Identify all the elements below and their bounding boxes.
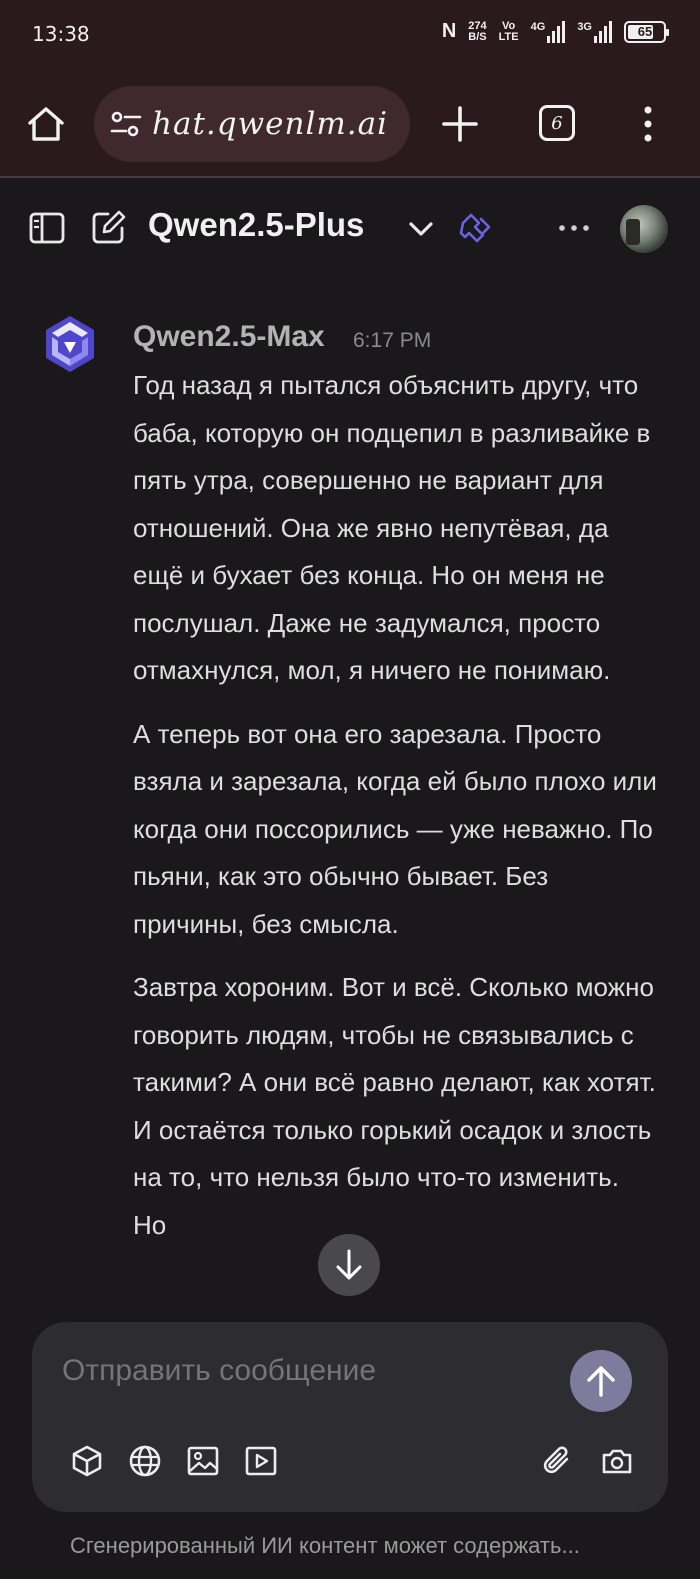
message-paragraph: Завтра хороним. Вот и всё. Сколько можно…: [133, 972, 656, 1240]
new-chat-icon[interactable]: [90, 208, 128, 246]
globe-icon[interactable]: [128, 1444, 162, 1478]
camera-icon[interactable]: [600, 1444, 634, 1478]
message-input[interactable]: [62, 1354, 542, 1388]
data-rate: 274 B/S: [468, 19, 487, 43]
qwen-logo-icon: [46, 316, 94, 372]
volte-bottom: LTE: [498, 30, 519, 43]
signal-bars-icon: [594, 20, 612, 43]
plus-icon[interactable]: [440, 104, 480, 144]
arrow-down-icon: [336, 1249, 362, 1280]
message-paragraph: Год назад я пытался объяснить другу, что…: [133, 370, 651, 685]
message-body: Год назад я пытался объяснить другу, что…: [133, 362, 658, 1265]
paperclip-icon[interactable]: [540, 1444, 574, 1478]
message-author: Qwen2.5-Max: [133, 320, 325, 353]
scroll-to-bottom-button[interactable]: [318, 1234, 380, 1296]
home-icon[interactable]: [24, 102, 68, 146]
signal-3g-label: 3G: [577, 20, 592, 33]
assistant-message: Qwen2.5-Max 6:17 PM Год назад я пытался …: [0, 290, 700, 1328]
cube-icon[interactable]: [70, 1444, 104, 1478]
data-rate-value: 274: [468, 19, 487, 32]
composer: [32, 1322, 668, 1512]
arrow-up-icon: [587, 1366, 615, 1397]
url-text[interactable]: hat.qwenlm.ai: [152, 106, 392, 142]
tab-count: 6: [551, 112, 563, 134]
volte-indicator: Vo LTE: [498, 19, 519, 43]
data-rate-unit: B/S: [468, 30, 487, 43]
battery-icon: 65: [624, 20, 669, 43]
image-icon[interactable]: [186, 1444, 220, 1478]
model-selector[interactable]: Qwen2.5-Plus: [148, 206, 364, 244]
tabs-icon[interactable]: 6: [539, 105, 575, 141]
signal-bars-icon: [547, 20, 566, 43]
sidebar-icon[interactable]: [28, 209, 66, 247]
overflow-menu-icon[interactable]: [638, 104, 658, 144]
browser-toolbar: hat.qwenlm.ai 6: [0, 70, 700, 178]
battery-level: 65: [637, 24, 653, 39]
nfc-icon: N: [441, 20, 457, 42]
signal-3g: 3G: [577, 20, 612, 43]
feature-icon[interactable]: [455, 207, 497, 249]
status-icons: N 274 B/S Vo LTE 4G 3G 65: [441, 19, 669, 43]
ai-disclaimer: Сгенерированный ИИ контент может содержа…: [70, 1533, 580, 1558]
chevron-down-icon[interactable]: [406, 214, 436, 244]
address-bar[interactable]: hat.qwenlm.ai: [94, 86, 410, 162]
site-settings-icon[interactable]: [108, 106, 144, 142]
avatar[interactable]: [620, 205, 668, 253]
volte-top: Vo: [502, 19, 516, 32]
status-bar: 13:38 N 274 B/S Vo LTE 4G 3G 65: [0, 0, 700, 70]
message-paragraph: А теперь вот она его зарезала. Просто вз…: [133, 718, 657, 939]
more-icon[interactable]: [557, 218, 591, 238]
signal-4g-label: 4G: [530, 20, 546, 33]
video-icon[interactable]: [244, 1444, 278, 1478]
signal-4g: 4G: [530, 20, 566, 43]
status-time: 13:38: [32, 22, 90, 46]
chat-header: Qwen2.5-Plus: [0, 180, 700, 276]
send-button[interactable]: [570, 1350, 632, 1412]
message-timestamp: 6:17 PM: [353, 329, 432, 352]
